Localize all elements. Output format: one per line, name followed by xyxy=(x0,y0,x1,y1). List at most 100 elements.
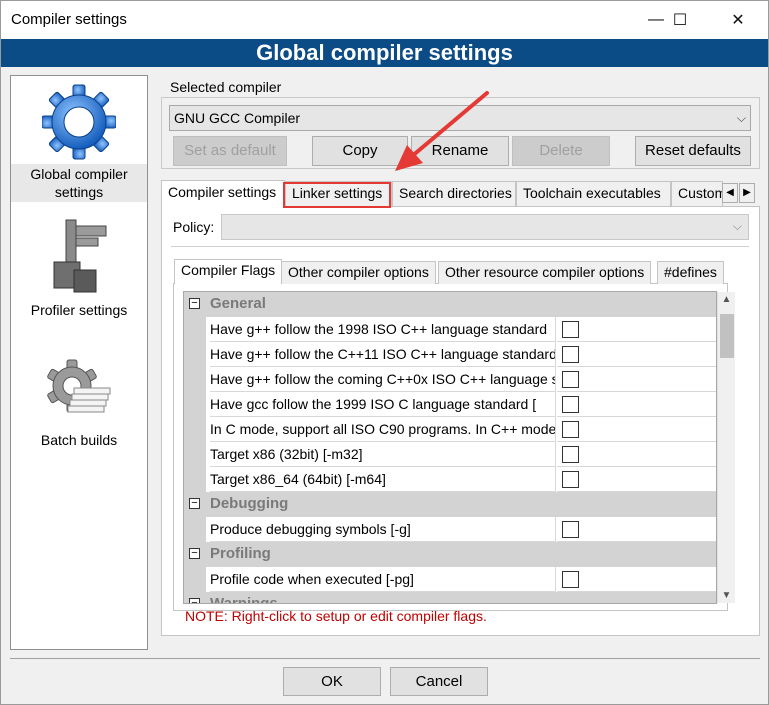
flag-value-cell xyxy=(557,417,716,442)
row-gutter xyxy=(184,567,206,592)
flag-row[interactable]: Profile code when executed [-pg] xyxy=(184,567,716,592)
window-title: Compiler settings xyxy=(11,11,127,28)
flag-value-cell xyxy=(557,517,716,542)
category-row-profiling[interactable]: − Profiling xyxy=(184,542,716,567)
row-gutter xyxy=(184,517,206,542)
flag-label: Have g++ follow the 1998 ISO C++ languag… xyxy=(210,317,556,342)
cancel-button[interactable]: Cancel xyxy=(390,667,488,696)
collapse-icon[interactable]: − xyxy=(189,548,200,559)
flag-row[interactable]: In C mode, support all ISO C90 programs.… xyxy=(184,417,716,442)
flag-row[interactable]: Have g++ follow the C++11 ISO C++ langua… xyxy=(184,342,716,367)
set-as-default-button[interactable]: Set as default xyxy=(173,136,287,166)
row-gutter xyxy=(184,367,206,392)
flag-label: Have g++ follow the C++11 ISO C++ langua… xyxy=(210,342,556,367)
collapse-icon[interactable]: − xyxy=(189,498,200,509)
flag-value-cell xyxy=(557,367,716,392)
page-banner: Global compiler settings xyxy=(1,39,768,67)
flag-label: Profile code when executed [-pg] xyxy=(210,567,556,592)
flag-checkbox[interactable] xyxy=(562,321,579,338)
category-label: Profiler settings xyxy=(30,302,128,318)
settings-category-list: Global compiler settings Profiler settin… xyxy=(10,75,148,650)
grid-scrollbar[interactable]: ▲ ▼ xyxy=(717,292,735,603)
category-profiler-settings[interactable]: Profiler settings xyxy=(11,216,147,320)
delete-button[interactable]: Delete xyxy=(512,136,610,166)
row-gutter xyxy=(184,392,206,417)
flag-checkbox[interactable] xyxy=(562,421,579,438)
tab-custom[interactable]: Custom xyxy=(671,181,723,206)
category-label: General xyxy=(210,295,266,312)
flag-value-cell xyxy=(557,567,716,592)
flag-row[interactable]: Target x86 (32bit) [-m32] xyxy=(184,442,716,467)
flag-row[interactable]: Have g++ follow the coming C++0x ISO C++… xyxy=(184,367,716,392)
compiler-flags-grid: − General Have g++ follow the 1998 ISO C… xyxy=(183,291,717,604)
tab-other-compiler-options[interactable]: Other compiler options xyxy=(281,261,436,284)
caliper-icon xyxy=(53,219,107,293)
flag-checkbox[interactable] xyxy=(562,371,579,388)
category-row-general[interactable]: − General xyxy=(184,292,716,317)
tab-search-directories[interactable]: Search directories xyxy=(392,181,516,206)
category-global-compiler-settings[interactable]: Global compiler settings xyxy=(11,80,147,202)
flag-checkbox[interactable] xyxy=(562,571,579,588)
flag-row[interactable]: Target x86_64 (64bit) [-m64] xyxy=(184,467,716,492)
arrow-left-icon: ◀ xyxy=(726,187,734,198)
category-label: Global compiler settings xyxy=(11,164,147,202)
compiler-dropdown-value: GNU GCC Compiler xyxy=(174,110,301,126)
policy-dropdown[interactable]: ⌵ xyxy=(221,214,749,240)
maximize-icon: ☐ xyxy=(672,12,688,29)
tab-compiler-flags[interactable]: Compiler Flags xyxy=(174,259,283,284)
selected-compiler-label: Selected compiler xyxy=(170,79,282,95)
linker-settings-highlight xyxy=(283,182,391,208)
flag-row[interactable]: Have g++ follow the 1998 ISO C++ languag… xyxy=(184,317,716,342)
tab-scroll-right-button[interactable]: ▶ xyxy=(739,183,755,203)
reset-defaults-button[interactable]: Reset defaults xyxy=(635,136,751,166)
flag-checkbox[interactable] xyxy=(562,446,579,463)
flag-checkbox[interactable] xyxy=(562,346,579,363)
flag-label: Have gcc follow the 1999 ISO C language … xyxy=(210,392,556,417)
gear-icon xyxy=(42,84,116,160)
close-button[interactable]: ✕ xyxy=(715,1,761,39)
scroll-up-icon[interactable]: ▲ xyxy=(718,294,735,305)
scrollbar-thumb[interactable] xyxy=(720,314,734,358)
close-icon: ✕ xyxy=(731,12,745,29)
category-row-debugging[interactable]: − Debugging xyxy=(184,492,716,517)
flag-row[interactable]: Have gcc follow the 1999 ISO C language … xyxy=(184,392,716,417)
row-gutter xyxy=(184,342,206,367)
scroll-down-icon[interactable]: ▼ xyxy=(718,590,735,601)
category-label: Debugging xyxy=(210,495,289,512)
category-label: Batch builds xyxy=(40,432,118,448)
footer-divider xyxy=(10,658,760,659)
flag-value-cell xyxy=(557,342,716,367)
ok-button[interactable]: OK xyxy=(283,667,381,696)
category-label: Profiling xyxy=(210,545,271,562)
flag-value-cell xyxy=(557,442,716,467)
flags-note: NOTE: Right-click to setup or edit compi… xyxy=(185,608,487,624)
category-batch-builds[interactable]: Batch builds xyxy=(11,358,147,450)
category-label: Warnings xyxy=(210,595,278,604)
policy-label: Policy: xyxy=(173,219,215,235)
tab-scroll-left-button[interactable]: ◀ xyxy=(722,183,738,203)
maximize-button[interactable]: ☐ xyxy=(657,1,703,39)
flag-label: Target x86_64 (64bit) [-m64] xyxy=(210,467,556,492)
flag-checkbox[interactable] xyxy=(562,521,579,538)
collapse-icon[interactable]: − xyxy=(189,298,200,309)
flag-value-cell xyxy=(557,392,716,417)
compiler-settings-window: Compiler settings — ☐ ✕ Global compiler … xyxy=(0,0,769,705)
flag-value-cell xyxy=(557,317,716,342)
row-gutter xyxy=(184,417,206,442)
tab-other-resource-compiler-options[interactable]: Other resource compiler options xyxy=(438,261,652,284)
chevron-down-icon: ⌵ xyxy=(732,219,742,233)
tab-toolchain-executables[interactable]: Toolchain executables xyxy=(516,181,671,206)
flag-checkbox[interactable] xyxy=(562,471,579,488)
tab-compiler-settings[interactable]: Compiler settings xyxy=(161,180,285,207)
title-bar: Compiler settings — ☐ ✕ xyxy=(1,1,768,39)
collapse-icon[interactable]: − xyxy=(189,598,200,603)
category-row-warnings[interactable]: − Warnings xyxy=(184,592,716,604)
flag-label: Produce debugging symbols [-g] xyxy=(210,517,556,542)
arrow-right-icon: ▶ xyxy=(743,187,751,198)
tab-defines[interactable]: #defines xyxy=(657,261,724,284)
settings-tabs: Compiler settings Linker settings Search… xyxy=(161,180,760,207)
flag-checkbox[interactable] xyxy=(562,396,579,413)
flag-row[interactable]: Produce debugging symbols [-g] xyxy=(184,517,716,542)
policy-divider xyxy=(171,246,749,247)
flag-label: In C mode, support all ISO C90 programs.… xyxy=(210,417,556,442)
